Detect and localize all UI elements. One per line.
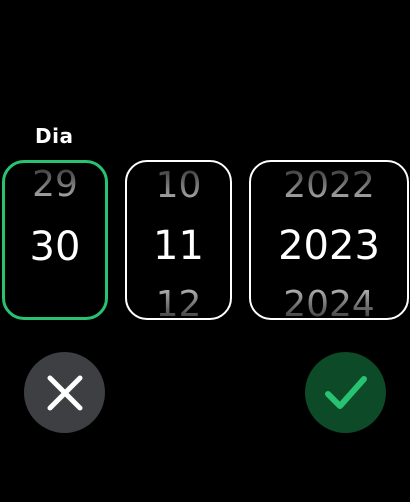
month-selected-value[interactable]: 11	[127, 226, 230, 266]
month-wheel[interactable]: 10 11 12	[125, 160, 232, 320]
cancel-button[interactable]	[24, 352, 105, 433]
year-selected-value[interactable]: 2023	[251, 226, 407, 266]
day-column-label: Dia	[35, 124, 74, 148]
year-prev-value[interactable]: 2022	[251, 168, 407, 204]
check-icon	[324, 375, 367, 409]
close-icon	[47, 375, 82, 410]
year-next-value[interactable]: 2024	[251, 287, 407, 319]
day-prev-value[interactable]: 29	[5, 167, 105, 203]
month-prev-value[interactable]: 10	[127, 168, 230, 204]
day-selected-value[interactable]: 30	[5, 227, 105, 267]
day-wheel[interactable]: 29 30	[2, 160, 108, 320]
confirm-button[interactable]	[305, 352, 386, 433]
month-next-value[interactable]: 12	[127, 287, 230, 319]
year-wheel[interactable]: 2022 2023 2024	[249, 160, 409, 320]
